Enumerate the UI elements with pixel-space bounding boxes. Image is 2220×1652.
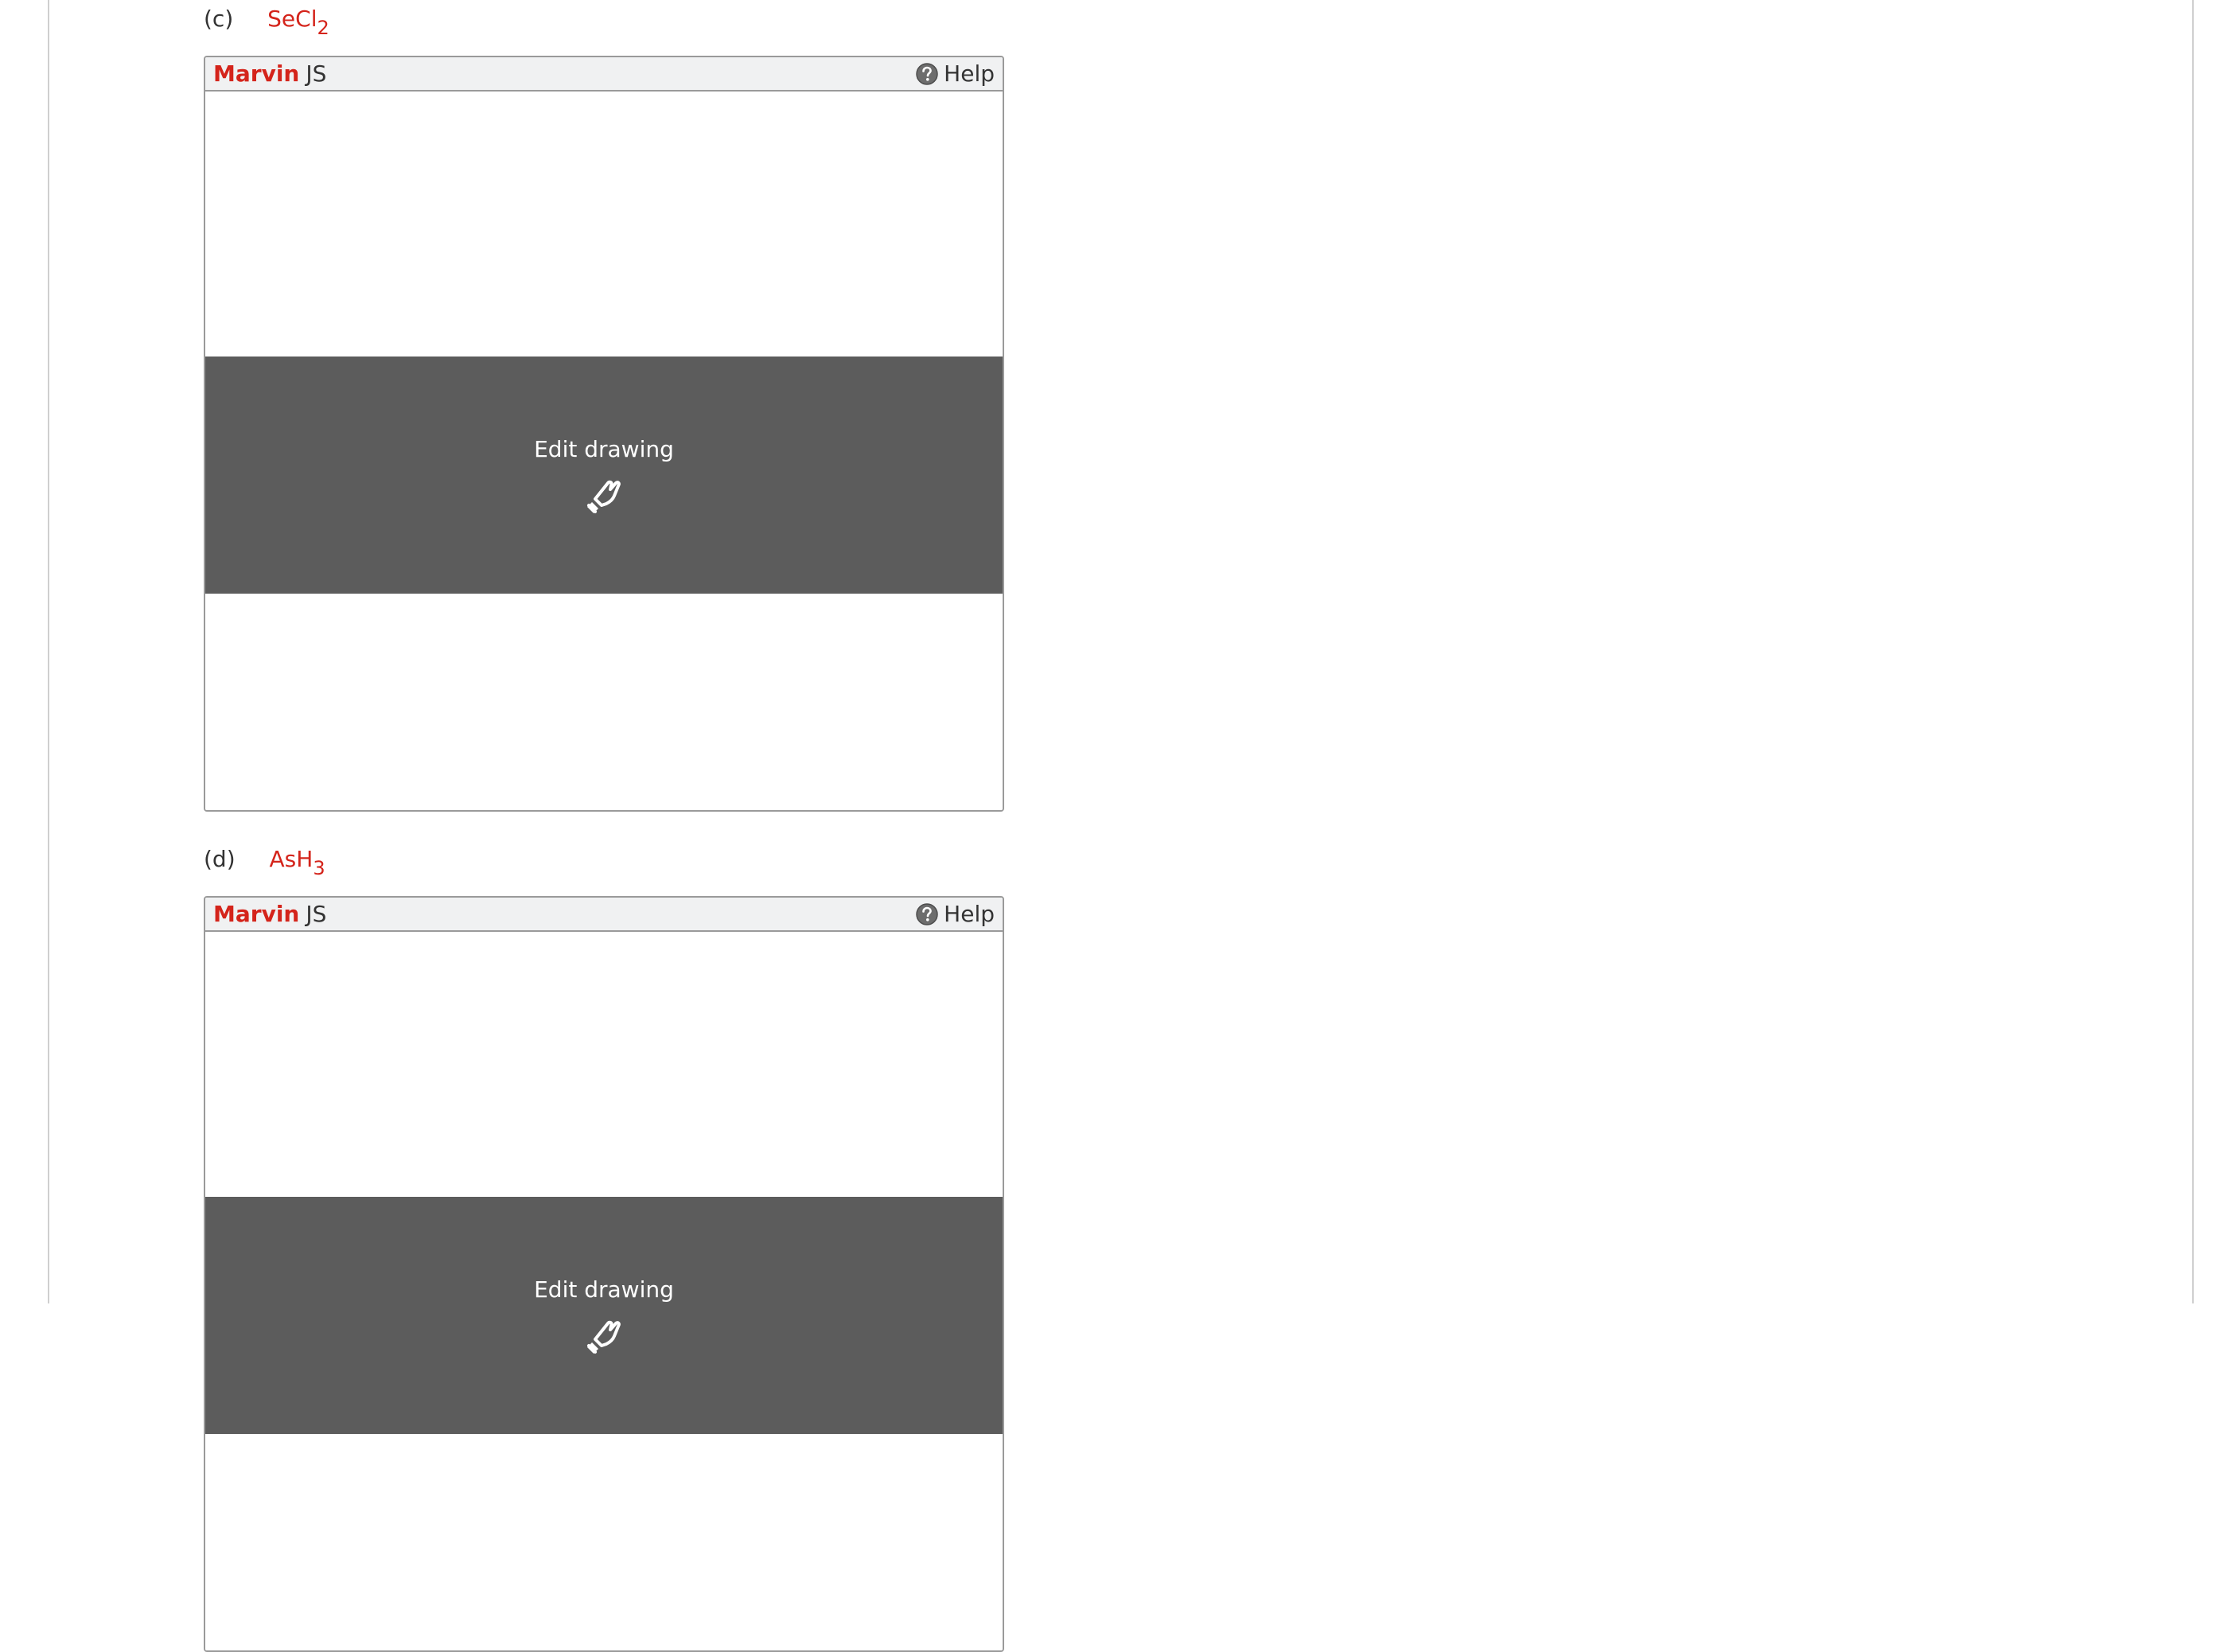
edit-drawing-label: Edit drawing: [534, 436, 674, 462]
help-button[interactable]: Help: [915, 57, 995, 90]
brand-suffix: JS: [306, 901, 327, 927]
drawing-canvas[interactable]: Edit drawing: [205, 932, 1003, 1650]
formula-main: SeCl: [267, 6, 317, 32]
brand-name: Marvin: [213, 60, 300, 87]
edit-drawing-button[interactable]: Edit drawing: [205, 1197, 1003, 1434]
editor-header: Marvin JS Help: [205, 898, 1003, 932]
content-panel: (c) SeCl2 Marvin JS Help Edit drawing (d…: [48, 0, 2194, 1652]
question-formula: AsH3: [270, 839, 325, 880]
marvin-js-editor: Marvin JS Help Edit drawing: [204, 896, 1004, 1652]
question-label: (c) SeCl2: [204, 0, 329, 40]
hand-pointer-icon: [587, 480, 621, 513]
question-label: (d) AsH3: [204, 839, 325, 880]
brand-name: Marvin: [213, 901, 300, 927]
help-label: Help: [944, 60, 995, 87]
editor-brand: Marvin JS: [213, 898, 326, 930]
help-circle-icon: [916, 902, 938, 925]
question-letter: (d): [204, 846, 236, 872]
help-label: Help: [944, 901, 995, 927]
edit-drawing-button[interactable]: Edit drawing: [205, 357, 1003, 594]
formula-subscript: 2: [317, 17, 329, 39]
drawing-canvas[interactable]: Edit drawing: [205, 92, 1003, 810]
brand-suffix: JS: [306, 60, 327, 87]
marvin-js-editor: Marvin JS Help Edit drawing: [204, 56, 1004, 812]
help-circle-icon: [916, 62, 938, 85]
help-button[interactable]: Help: [915, 898, 995, 930]
formula-main: AsH: [269, 846, 314, 872]
hand-pointer-icon: [587, 1320, 621, 1354]
editor-header: Marvin JS Help: [205, 57, 1003, 92]
edit-drawing-label: Edit drawing: [534, 1276, 674, 1303]
question-formula: SeCl2: [267, 0, 329, 40]
formula-subscript: 3: [313, 857, 325, 879]
question-letter: (c): [204, 6, 234, 32]
editor-brand: Marvin JS: [213, 57, 326, 90]
